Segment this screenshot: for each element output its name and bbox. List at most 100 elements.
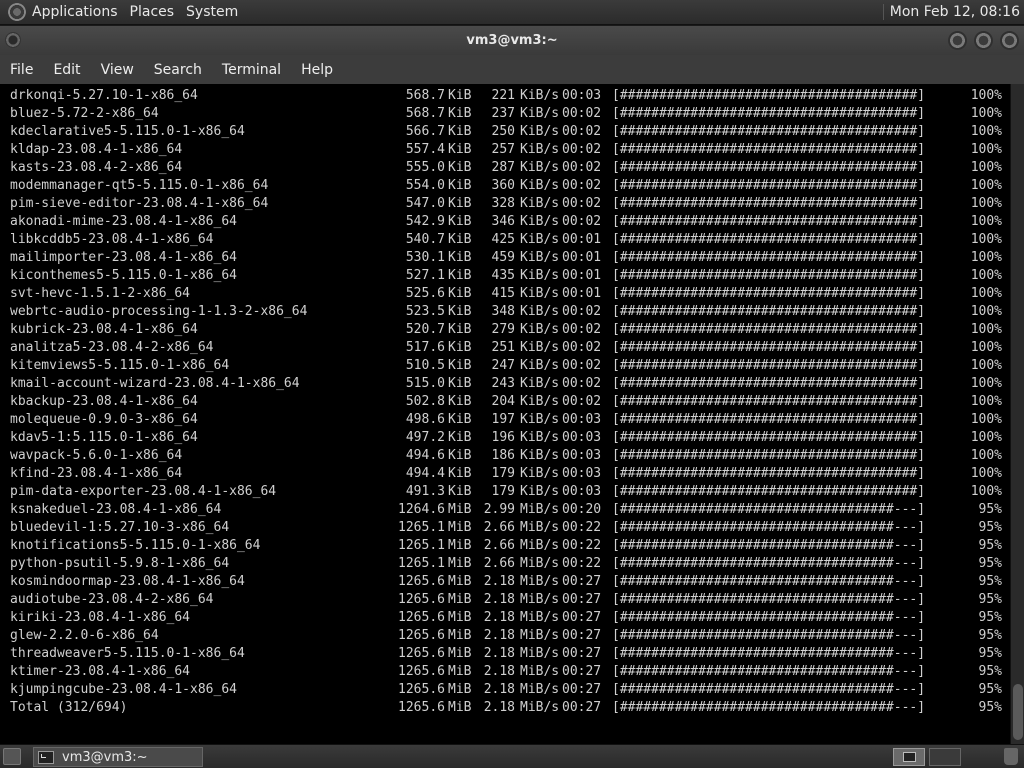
progress-bar: [######################################] (612, 340, 926, 355)
menu-view[interactable]: View (91, 62, 144, 78)
progress-bar: [###################################---] (612, 700, 926, 715)
bottom-panel: vm3@vm3:~ (0, 744, 1024, 768)
close-icon[interactable] (1000, 31, 1019, 50)
show-desktop-icon[interactable] (3, 748, 21, 765)
elapsed-time: 00:22 (562, 520, 602, 535)
trash-icon[interactable] (1004, 748, 1018, 765)
package-name: kiconthemes5-5.115.0-1-x86_64 (10, 268, 237, 283)
elapsed-time: 00:02 (562, 340, 602, 355)
elapsed-time: 00:27 (562, 682, 602, 697)
menu-file[interactable]: File (0, 62, 43, 78)
progress-percent: 100% (970, 160, 1002, 175)
total-progress-line: Total (312/694) 1265.6 MiB 2.18 MiB/s 00:27 [#… (10, 699, 1010, 717)
system-menu[interactable]: System (186, 4, 246, 20)
elapsed-time: 00:02 (562, 124, 602, 139)
terminal-output[interactable]: drkonqi-5.27.10-1-x86_64 568.7 KiB 221 KiB/s… (0, 84, 1010, 744)
workspace-switcher-1[interactable] (893, 748, 925, 766)
package-name: modemmanager-qt5-5.115.0-1-x86_64 (10, 178, 269, 193)
scrollbar-thumb[interactable] (1013, 684, 1023, 740)
transfer-rate: 328 (491, 196, 515, 211)
clock[interactable]: Mon Feb 12, 08:16 (882, 4, 1020, 20)
transfer-rate: 2.18 (483, 592, 515, 607)
download-progress-line: libkcddb5-23.08.4-1-x86_64 540.7 KiB 425 KiB… (10, 231, 1010, 249)
progress-bar: [######################################] (612, 106, 926, 121)
terminal-scrollbar[interactable] (1010, 84, 1024, 744)
workspace-switcher-2[interactable] (929, 748, 961, 766)
window-menu-icon[interactable] (5, 32, 21, 48)
rate-unit: MiB/s (520, 628, 560, 643)
download-progress-line: pim-sieve-editor-23.08.4-1-x86_64 547.0 Ki… (10, 195, 1010, 213)
elapsed-time: 00:02 (562, 160, 602, 175)
download-progress-line: kbackup-23.08.4-1-x86_64 502.8 KiB 204 KiB/s… (10, 393, 1010, 411)
package-name: bluedevil-1:5.27.10-3-x86_64 (10, 520, 230, 535)
rate-unit: MiB/s (520, 664, 560, 679)
package-name: kdeclarative5-5.115.0-1-x86_64 (10, 124, 245, 139)
download-progress-line: threadweaver5-5.115.0-1-x86_64 1265.6 MiB 2… (10, 645, 1010, 663)
applications-logo-icon[interactable] (8, 3, 26, 21)
rate-unit: KiB/s (520, 286, 560, 301)
transfer-rate: 346 (491, 214, 515, 229)
minimize-icon[interactable] (948, 31, 967, 50)
elapsed-time: 00:02 (562, 142, 602, 157)
menu-search[interactable]: Search (144, 62, 212, 78)
taskbar-button-terminal[interactable]: vm3@vm3:~ (33, 747, 203, 767)
download-progress-line: kdav5-1:5.115.0-1-x86_64 497.2 KiB 196 KiB/s… (10, 429, 1010, 447)
rate-unit: KiB/s (520, 88, 560, 103)
rate-unit: KiB/s (520, 160, 560, 175)
maximize-icon[interactable] (974, 31, 993, 50)
package-name: Total (312/694) (10, 700, 128, 715)
transfer-rate: 237 (491, 106, 515, 121)
progress-percent: 95% (978, 520, 1002, 535)
rate-unit: MiB/s (520, 682, 560, 697)
transfer-rate: 196 (491, 430, 515, 445)
download-size: 1265.6 (398, 664, 445, 679)
rate-unit: KiB/s (520, 124, 560, 139)
elapsed-time: 00:27 (562, 700, 602, 715)
package-name: kmail-account-wizard-23.08.4-1-x86_64 (10, 376, 300, 391)
menu-bar: File Edit View Search Terminal Help (0, 55, 1024, 84)
progress-percent: 100% (970, 88, 1002, 103)
elapsed-time: 00:02 (562, 322, 602, 337)
progress-percent: 100% (970, 358, 1002, 373)
transfer-rate: 2.18 (483, 628, 515, 643)
rate-unit: MiB/s (520, 610, 560, 625)
progress-percent: 95% (978, 628, 1002, 643)
download-size: 1265.6 (398, 682, 445, 697)
applications-menu[interactable]: Applications (32, 4, 126, 20)
progress-bar: [###################################---] (612, 592, 926, 607)
download-size: 1265.6 (398, 610, 445, 625)
download-progress-line: analitza5-23.08.4-2-x86_64 517.6 KiB 251 KiB… (10, 339, 1010, 357)
rate-unit: KiB/s (520, 412, 560, 427)
menu-edit[interactable]: Edit (43, 62, 90, 78)
progress-bar: [######################################] (612, 286, 926, 301)
download-progress-line: kubrick-23.08.4-1-x86_64 520.7 KiB 279 KiB/s… (10, 321, 1010, 339)
progress-bar: [###################################---] (612, 646, 926, 661)
progress-percent: 95% (978, 502, 1002, 517)
places-menu[interactable]: Places (130, 4, 183, 20)
progress-percent: 100% (970, 340, 1002, 355)
elapsed-time: 00:27 (562, 574, 602, 589)
rate-unit: MiB/s (520, 592, 560, 607)
progress-percent: 100% (970, 376, 1002, 391)
rate-unit: KiB/s (520, 394, 560, 409)
download-size: 494.6 (405, 448, 445, 463)
rate-unit: MiB/s (520, 538, 560, 553)
window-titlebar[interactable]: vm3@vm3:~ (0, 26, 1024, 55)
download-size: 554.0 (405, 178, 445, 193)
download-progress-line: kmail-account-wizard-23.08.4-1-x86_64 515… (10, 375, 1010, 393)
package-name: mailimporter-23.08.4-1-x86_64 (10, 250, 237, 265)
rate-unit: KiB/s (520, 196, 560, 211)
menu-terminal[interactable]: Terminal (212, 62, 291, 78)
elapsed-time: 00:02 (562, 196, 602, 211)
menu-help[interactable]: Help (291, 62, 343, 78)
transfer-rate: 2.18 (483, 574, 515, 589)
transfer-rate: 204 (491, 394, 515, 409)
download-size: 1265.6 (398, 592, 445, 607)
download-progress-line: kjumpingcube-23.08.4-1-x86_64 1265.6 MiB 2.… (10, 681, 1010, 699)
package-name: kldap-23.08.4-1-x86_64 (10, 142, 183, 157)
elapsed-time: 00:01 (562, 250, 602, 265)
progress-percent: 95% (978, 574, 1002, 589)
progress-percent: 100% (970, 466, 1002, 481)
package-name: glew-2.2.0-6-x86_64 (10, 628, 159, 643)
progress-percent: 100% (970, 196, 1002, 211)
